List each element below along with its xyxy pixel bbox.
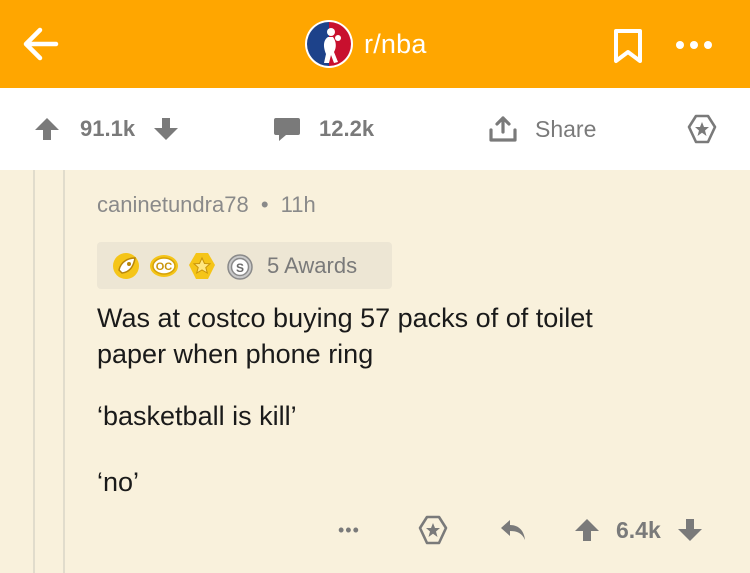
comments-button[interactable]: 12.2k — [273, 88, 374, 170]
oc-award-icon: OC — [150, 254, 178, 277]
awards-row[interactable]: OC S 5 Awards — [97, 242, 392, 289]
top-bar: r/nba — [0, 0, 750, 88]
comment-more-button[interactable]: ••• — [338, 508, 360, 552]
thread-line[interactable] — [33, 170, 35, 573]
comment-body-line: Was at costco buying 57 packs of of toil… — [97, 303, 593, 333]
subreddit-header[interactable]: r/nba — [304, 20, 427, 68]
award-star-icon — [418, 515, 448, 545]
bookmark-icon[interactable] — [611, 28, 645, 64]
svg-text:S: S — [236, 261, 244, 275]
comment-body-line: ‘basketball is kill’ — [97, 401, 297, 431]
share-icon — [489, 116, 517, 142]
more-dots-icon[interactable] — [672, 30, 716, 60]
comment-author[interactable]: caninetundra78 — [97, 192, 249, 217]
downvote-arrow-icon[interactable] — [153, 116, 179, 142]
upvote-arrow-icon[interactable] — [574, 517, 600, 543]
award-star-icon — [687, 114, 717, 144]
comment-score: 6.4k — [616, 516, 661, 543]
share-label: Share — [535, 115, 597, 142]
thread-line[interactable] — [63, 170, 65, 573]
post-action-bar: 91.1k 12.2k Share — [0, 88, 750, 170]
nba-logo-icon — [305, 20, 353, 68]
upvote-arrow-icon[interactable] — [34, 116, 60, 142]
meta-separator: • — [260, 192, 269, 217]
share-button[interactable]: Share — [488, 88, 596, 170]
comment-body-line: ‘no’ — [97, 467, 140, 497]
comment-award-button[interactable] — [417, 508, 449, 552]
comment-meta: caninetundra78 • 11h — [97, 192, 316, 218]
award-post-button[interactable] — [686, 88, 718, 170]
upvote-count: 91.1k — [80, 116, 136, 141]
more-dots-label: ••• — [338, 519, 360, 540]
subreddit-name: r/nba — [364, 28, 427, 59]
silver-award-icon: S — [227, 253, 253, 280]
rocket-like-award-icon — [113, 252, 139, 279]
comment-age: 11h — [280, 192, 316, 217]
gold-star-award-icon — [189, 252, 215, 279]
comment-count: 12.2k — [319, 116, 375, 141]
vote-group: 91.1k — [34, 88, 179, 170]
downvote-arrow-icon[interactable] — [677, 517, 703, 543]
awards-count: 5 Awards — [267, 252, 358, 278]
comment-vote-group: 6.4k — [574, 508, 703, 552]
svg-text:OC: OC — [156, 261, 173, 273]
comment-bubble-icon — [274, 118, 300, 141]
reply-arrow-icon — [501, 520, 525, 540]
comment-body-line: paper when phone ring — [97, 339, 374, 369]
reply-button[interactable] — [498, 508, 528, 552]
back-arrow-icon[interactable] — [18, 22, 62, 66]
